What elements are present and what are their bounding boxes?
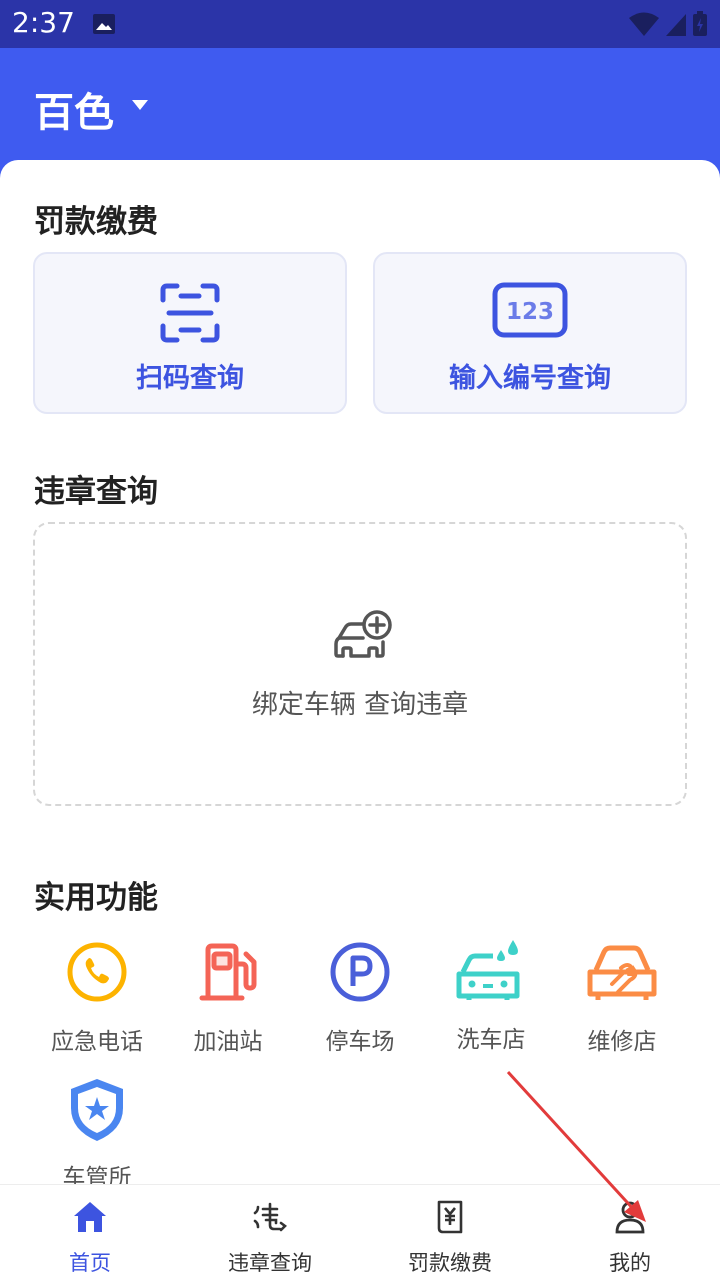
tab-label: 首页 bbox=[69, 1251, 111, 1275]
tool-label: 维修店 bbox=[587, 1029, 657, 1055]
home-icon bbox=[74, 1202, 106, 1232]
tab-label: 罚款缴费 bbox=[408, 1251, 492, 1275]
tool-emergency-phone[interactable]: 应急电话 bbox=[37, 940, 157, 1056]
tool-label: 加油站 bbox=[193, 1029, 263, 1055]
add-car-icon bbox=[334, 610, 392, 658]
status-icons bbox=[628, 10, 708, 38]
user-icon bbox=[615, 1201, 645, 1234]
wifi-icon bbox=[629, 12, 659, 36]
cellular-signal-icon bbox=[666, 14, 686, 36]
tool-car-wash[interactable]: 洗车店 bbox=[431, 938, 551, 1054]
tab-fine-payment[interactable]: 罚款缴费 bbox=[360, 1185, 540, 1280]
tab-home[interactable]: 首页 bbox=[0, 1185, 180, 1280]
number-query-label: 输入编号查询 bbox=[449, 363, 611, 394]
tool-label: 应急电话 bbox=[51, 1029, 143, 1055]
scan-query-card[interactable]: 扫码查询 bbox=[33, 252, 347, 414]
tab-label: 我的 bbox=[609, 1251, 651, 1275]
tab-label: 违章查询 bbox=[228, 1251, 312, 1275]
city-label: 百色 bbox=[34, 90, 114, 136]
number-icon-text: 123 bbox=[506, 299, 554, 325]
number-query-card[interactable]: 123 输入编号查询 bbox=[373, 252, 687, 414]
tool-gas-station[interactable]: 加油站 bbox=[168, 940, 288, 1056]
violation-icon bbox=[253, 1202, 287, 1232]
bind-vehicle-box[interactable]: 绑定车辆 查询违章 bbox=[33, 522, 687, 806]
tab-mine[interactable]: 我的 bbox=[540, 1185, 720, 1280]
status-bar: 2:37 bbox=[0, 0, 720, 48]
number-input-icon: 123 bbox=[492, 282, 568, 338]
car-wash-icon bbox=[456, 940, 520, 1000]
tool-repair-shop[interactable]: 维修店 bbox=[562, 940, 682, 1056]
violation-section-title: 违章查询 bbox=[34, 474, 158, 510]
bottom-tab-bar: 首页 违章查询 罚款缴费 我的 bbox=[0, 1184, 720, 1280]
shield-star-icon bbox=[71, 1079, 123, 1141]
tab-violation-query[interactable]: 违章查询 bbox=[180, 1185, 360, 1280]
bind-vehicle-label: 绑定车辆 查询违章 bbox=[251, 690, 469, 720]
fines-section-title: 罚款缴费 bbox=[34, 204, 158, 240]
scan-icon bbox=[160, 283, 220, 343]
battery-icon bbox=[693, 11, 707, 36]
tools-section-title: 实用功能 bbox=[34, 880, 158, 916]
tool-parking[interactable]: 停车场 bbox=[300, 940, 420, 1056]
tool-label: 洗车店 bbox=[456, 1027, 526, 1053]
main-content: 罚款缴费 扫码查询 123 输入编号查询 违章查询 绑定车辆 查询违章 实用功能… bbox=[0, 160, 720, 1184]
scan-query-label: 扫码查询 bbox=[136, 363, 244, 394]
tool-vehicle-office[interactable]: 车管所 bbox=[37, 1076, 157, 1184]
image-notification-icon bbox=[93, 14, 115, 34]
fine-receipt-icon bbox=[437, 1200, 463, 1234]
status-time: 2:37 bbox=[12, 6, 75, 39]
fuel-pump-icon bbox=[199, 943, 257, 1001]
parking-icon bbox=[330, 942, 390, 1002]
car-repair-icon bbox=[587, 945, 657, 1000]
app-header: 百色 bbox=[0, 48, 720, 178]
caret-down-icon bbox=[132, 100, 148, 110]
phone-icon bbox=[67, 942, 127, 1002]
tool-label: 停车场 bbox=[325, 1029, 395, 1055]
tool-label: 车管所 bbox=[62, 1165, 132, 1184]
